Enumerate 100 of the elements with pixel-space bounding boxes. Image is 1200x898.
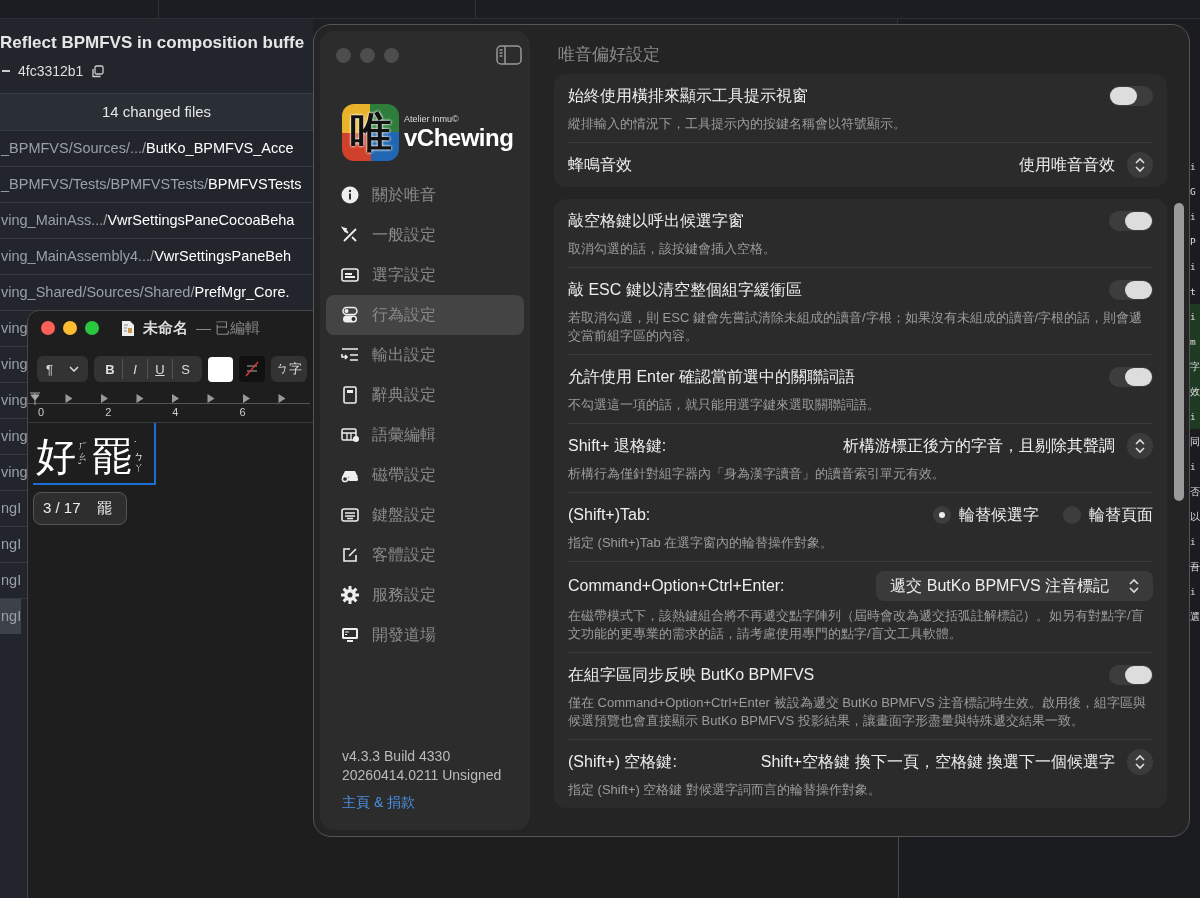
up-down-chevron-icon xyxy=(1127,152,1153,178)
app-logo: 唯 xyxy=(342,104,399,161)
setting-description: 指定 (Shift+)Tab 在選字窗內的輪替操作對象。 xyxy=(568,534,835,552)
popup-button[interactable]: 析構游標正後方的字音，且剔除其聲調 xyxy=(843,433,1153,459)
file-row[interactable]: ving xyxy=(0,311,28,346)
file-row[interactable]: ving_MainAss.../VwrSettingsPaneCocoaBeha xyxy=(0,203,295,238)
setting-title: 蜂鳴音效 xyxy=(568,154,632,175)
file-row[interactable]: ving xyxy=(0,419,28,454)
background-color-icon[interactable] xyxy=(239,356,265,382)
popup-button[interactable]: 遞交 ButKo BPMFVS 注音標記 xyxy=(876,571,1153,601)
code-line: i xyxy=(1190,210,1197,224)
homepage-link[interactable]: 主頁 & 捐款 xyxy=(342,794,524,812)
code-line: i xyxy=(1190,160,1197,174)
settings-icon xyxy=(340,585,360,605)
sidebar-item[interactable]: 辭典設定 xyxy=(326,375,524,415)
code-line: i xyxy=(1190,260,1197,274)
code-line: i xyxy=(1190,535,1197,549)
setting-title: 敲 ESC 鍵以清空整個組字緩衝區 xyxy=(568,279,802,300)
pane-title: 唯音偏好設定 xyxy=(557,44,661,66)
file-row[interactable]: ving_MainAssembly4.../VwrSettingsPaneBeh xyxy=(0,239,292,274)
code-line: 同 xyxy=(1190,435,1200,449)
toggle-switch[interactable] xyxy=(1109,665,1153,685)
setting-description: 析構行為僅針對組字器內「身為漢字讀音」的讀音索引單元有效。 xyxy=(568,465,946,483)
up-down-chevron-icon xyxy=(1127,433,1153,459)
setting-title: (Shift+)Tab: xyxy=(568,506,651,524)
composed-character: 好 xyxy=(36,434,76,478)
table-icon xyxy=(340,425,360,445)
candidate-character: 罷 xyxy=(96,499,112,518)
version-text: v4.3.3 Build 4330 xyxy=(342,748,452,764)
sidebar-item[interactable]: 關於唯音 xyxy=(326,175,524,215)
sidebar-item[interactable]: 選字設定 xyxy=(326,255,524,295)
code-line: 以 xyxy=(1190,510,1200,524)
scrollbar[interactable] xyxy=(1174,203,1184,501)
toggle-switch[interactable] xyxy=(1109,211,1153,231)
setting-description: 僅在 Command+Option+Ctrl+Enter 被設為遞交 ButKo BPMFVS 注音標記時生效。啟用後，組字區與候選預覽也會直接顯示 ButKo BPMFVS 投影結果，讓畫面字形盡量與特殊遞交結果一致。 xyxy=(568,694,1148,730)
strikethrough-button[interactable]: S xyxy=(173,359,198,379)
sidebar-item[interactable]: 語彙編輯 xyxy=(326,415,524,455)
edited-status: — 已編輯 xyxy=(196,318,261,338)
switch-icon xyxy=(340,305,360,325)
code-line: G xyxy=(1190,185,1197,199)
file-row[interactable]: ving xyxy=(0,347,28,382)
toggle-switch[interactable] xyxy=(1109,367,1153,387)
sidebar-item[interactable]: 開發道場 xyxy=(326,615,524,655)
file-row[interactable]: ngI xyxy=(0,491,22,526)
setting-title: (Shift+) 空格鍵: xyxy=(568,751,677,772)
commit-title: Reflect BPMFVS in composition buffe xyxy=(0,32,306,53)
setting-title: 在組字區同步反映 ButKo BPMFVS xyxy=(568,664,815,685)
up-down-chevron-icon xyxy=(1127,749,1153,775)
sidebar-item[interactable]: 磁帶設定 xyxy=(326,455,524,495)
sidebar-item[interactable]: 輸出設定 xyxy=(326,335,524,375)
ruler-number: 6 xyxy=(239,406,246,420)
radio-option[interactable]: 輪替頁面 xyxy=(1063,504,1153,526)
code-line: P xyxy=(1190,235,1197,249)
info-icon xyxy=(340,185,360,205)
italic-button[interactable]: I xyxy=(123,359,148,379)
text-color-well[interactable] xyxy=(208,356,233,382)
sidebar-item[interactable]: 一般設定 xyxy=(326,215,524,255)
toggle-switch[interactable] xyxy=(1109,280,1153,300)
sidebar-item[interactable]: 鍵盤設定 xyxy=(326,495,524,535)
commit-icon xyxy=(2,69,10,73)
code-line: 否 xyxy=(1190,485,1200,499)
sidebar-item[interactable]: 服務設定 xyxy=(326,575,524,615)
code-line: 選 xyxy=(1190,610,1200,624)
chevron-down-icon xyxy=(69,366,79,372)
ruler-number: 2 xyxy=(105,406,112,420)
setting-title: 敲空格鍵以呼出候選字窗 xyxy=(568,210,744,231)
candidate-count: 3 / 17 xyxy=(43,499,81,518)
file-row[interactable]: ngI xyxy=(0,527,22,562)
radio-dot[interactable] xyxy=(933,506,951,524)
setting-description: 若取消勾選，則 ESC 鍵會先嘗試清除未組成的讀音/字根；如果沒有未組成的讀音/字根的話，則會遞交當前組字區的內容。 xyxy=(568,309,1144,345)
minimize-button[interactable] xyxy=(63,321,77,335)
popup-button[interactable]: Shift+空格鍵 換下一頁，空格鍵 換選下一個候選字 xyxy=(760,749,1153,775)
input-method-button[interactable]: ㄅ字 xyxy=(271,356,307,382)
maker-name: Atelier Inmu© xyxy=(404,113,460,124)
ruler-number: 0 xyxy=(38,406,45,420)
sidebar-item[interactable]: 客體設定 xyxy=(326,535,524,575)
radio-option[interactable]: 輪替候選字 xyxy=(933,504,1039,526)
file-row[interactable]: ngI xyxy=(0,563,22,598)
zoom-button[interactable] xyxy=(85,321,99,335)
sidebar-toggle-icon[interactable] xyxy=(496,45,522,65)
underline-button[interactable]: U xyxy=(148,359,173,379)
file-row[interactable]: ngI xyxy=(0,599,22,634)
copy-icon[interactable] xyxy=(91,64,105,78)
file-row[interactable]: ving_Shared/Sources/Shared/PrefMgr_Core. xyxy=(0,275,290,310)
popup-button[interactable]: 使用唯音音效 xyxy=(1019,152,1153,178)
version-text: 20260414.0211 Unsigned xyxy=(342,767,503,783)
file-row[interactable]: ving xyxy=(0,383,28,418)
file-row[interactable]: _BPMFVS/Tests/BPMFVSTests/BPMFVSTests xyxy=(0,167,302,202)
bold-button[interactable]: B xyxy=(98,359,123,379)
file-row[interactable]: ving xyxy=(0,455,28,490)
composed-character: 罷 xyxy=(92,434,132,478)
file-row[interactable]: _BPMFVS/Sources/.../ButKo_BPMFVS_Acce xyxy=(0,131,294,166)
setting-description: 縱排輸入的情況下，工具提示內的按鍵名稱會以符號顯示。 xyxy=(568,115,907,133)
toggle-switch[interactable] xyxy=(1109,86,1153,106)
setting-title: 允許使用 Enter 確認當前選中的關聯詞語 xyxy=(568,366,856,387)
setting-description: 不勾選這一項的話，就只能用選字鍵來選取關聯詞語。 xyxy=(568,396,881,414)
setting-title: Shift+ 退格鍵: xyxy=(568,435,667,456)
zhuyin-reading: ˙ㄅㄚ xyxy=(134,439,144,473)
paragraph-style-popup[interactable]: ¶ xyxy=(37,356,88,382)
close-button[interactable] xyxy=(41,321,55,335)
